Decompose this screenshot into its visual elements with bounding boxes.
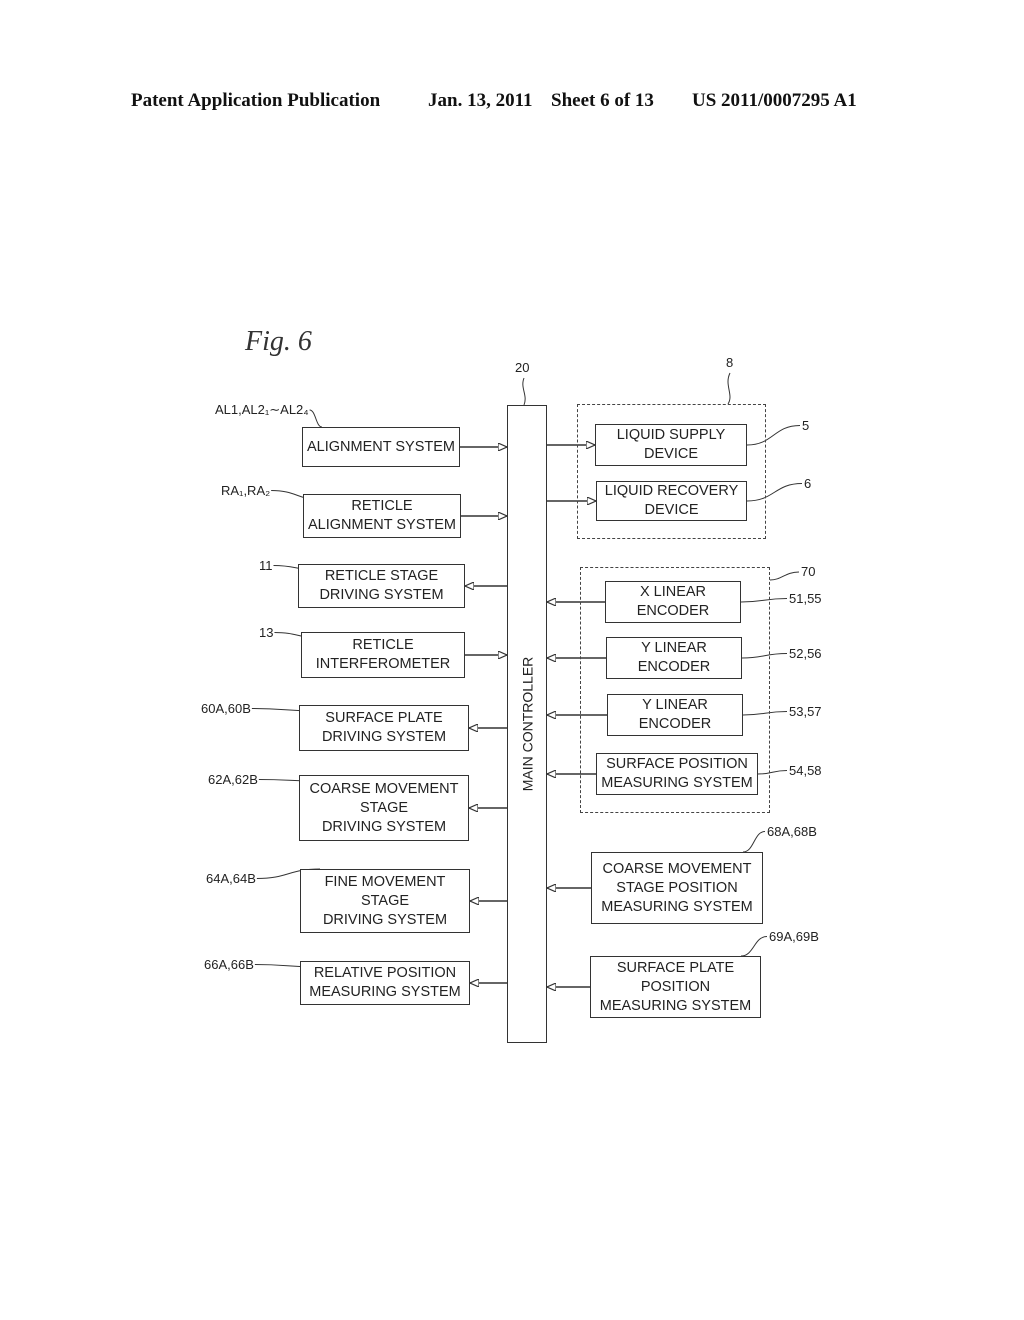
- alignment-system-ref: AL1,AL2₁∼AL2₄: [215, 402, 309, 417]
- alignment-system-leader-line: [309, 409, 323, 428]
- alignment-system-block: ALIGNMENT SYSTEM: [302, 427, 460, 467]
- fine-movement-stage-driving-system-ref: 64A,64B: [206, 871, 256, 886]
- surface-plate-driving-system-ref: 60A,60B: [201, 701, 251, 716]
- reticle-stage-driving-system-ref: 11: [259, 558, 273, 573]
- liquid-recovery-device-ref: 6: [804, 476, 812, 491]
- y-linear-encoder-2-block: Y LINEAR ENCODER: [607, 694, 743, 736]
- relative-position-measuring-system-block: RELATIVE POSITION MEASURING SYSTEM: [300, 961, 470, 1005]
- group-8-ref: 8: [726, 355, 734, 370]
- main-controller-ref: 20: [515, 360, 530, 375]
- reticle-interferometer-ref: 13: [259, 625, 274, 640]
- reticle-alignment-system-block: RETICLE ALIGNMENT SYSTEM: [303, 494, 461, 538]
- fine-movement-stage-driving-system-block: FINE MOVEMENT STAGE DRIVING SYSTEM: [300, 869, 470, 933]
- y-linear-encoder-1-ref: 52,56: [789, 646, 822, 661]
- group-70-ref: 70: [801, 564, 816, 579]
- surface-plate-position-measuring-system-leader-line: [740, 936, 768, 957]
- reticle-interferometer-block: RETICLE INTERFEROMETER: [301, 632, 465, 678]
- coarse-movement-stage-position-measuring-system-ref: 68A,68B: [767, 824, 817, 839]
- coarse-movement-stage-position-measuring-system-leader-line: [742, 831, 766, 853]
- surface-plate-position-measuring-system-ref: 69A,69B: [769, 929, 819, 944]
- x-linear-encoder-block: X LINEAR ENCODER: [605, 581, 741, 623]
- surface-position-measuring-system-ref: 54,58: [789, 763, 822, 778]
- coarse-movement-stage-position-measuring-system-block: COARSE MOVEMENT STAGE POSITION MEASURING…: [591, 852, 763, 924]
- coarse-movement-stage-driving-system-ref: 62A,62B: [208, 772, 258, 787]
- relative-position-measuring-system-ref: 66A,66B: [204, 957, 254, 972]
- group-70-leader-line: [769, 571, 800, 581]
- liquid-supply-device-ref: 5: [802, 418, 810, 433]
- main-controller-label: MAIN CONTROLLER: [519, 656, 536, 792]
- surface-plate-driving-system-block: SURFACE PLATE DRIVING SYSTEM: [299, 705, 469, 751]
- y-linear-encoder-1-block: Y LINEAR ENCODER: [606, 637, 742, 679]
- y-linear-encoder-2-ref: 53,57: [789, 704, 822, 719]
- reticle-stage-driving-system-block: RETICLE STAGE DRIVING SYSTEM: [298, 564, 465, 608]
- liquid-recovery-device-block: LIQUID RECOVERY DEVICE: [596, 481, 747, 521]
- liquid-supply-device-block: LIQUID SUPPLY DEVICE: [595, 424, 747, 466]
- x-linear-encoder-ref: 51,55: [789, 591, 822, 606]
- group-8-leader-line: [727, 372, 731, 405]
- surface-plate-position-measuring-system-block: SURFACE PLATE POSITION MEASURING SYSTEM: [590, 956, 761, 1018]
- main-controller-leader-line: [522, 377, 526, 406]
- surface-position-measuring-system-block: SURFACE POSITION MEASURING SYSTEM: [596, 753, 758, 795]
- reticle-alignment-system-ref: RA₁,RA₂: [221, 483, 271, 498]
- coarse-movement-stage-driving-system-block: COARSE MOVEMENT STAGE DRIVING SYSTEM: [299, 775, 469, 841]
